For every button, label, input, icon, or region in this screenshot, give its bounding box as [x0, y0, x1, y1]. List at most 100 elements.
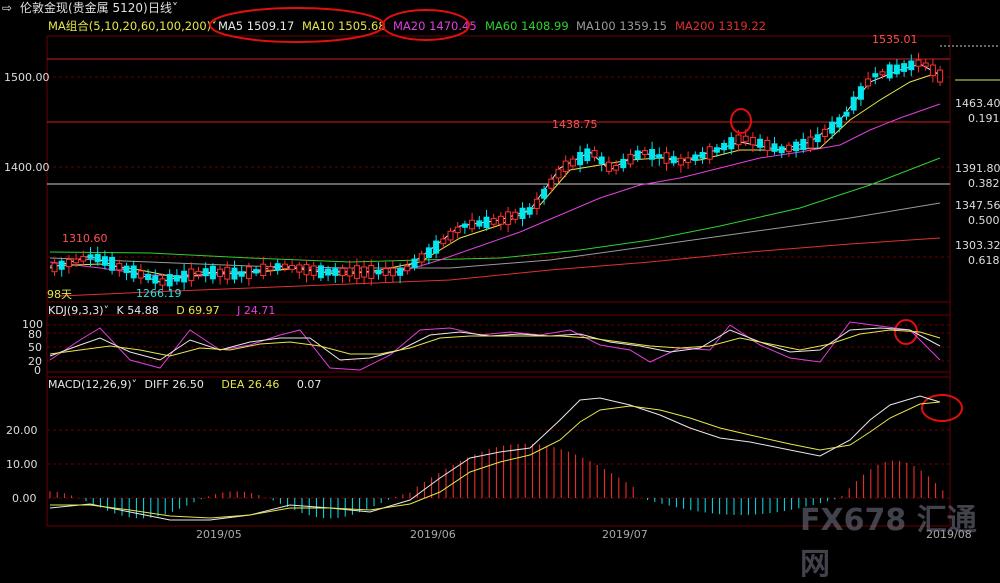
candle	[145, 273, 152, 281]
ma5-line	[49, 63, 941, 283]
macd-selector[interactable]: MACD(12,26,9)˅	[48, 378, 137, 391]
candle	[274, 263, 281, 271]
candle	[296, 264, 303, 273]
candle	[937, 69, 944, 83]
candle	[253, 269, 260, 274]
x-label-may: 2019/05	[196, 528, 242, 541]
candle	[65, 259, 72, 268]
macd-axis-0: 0.00	[12, 492, 37, 505]
fib-ratio-4: 0.618	[968, 254, 1000, 267]
candle	[577, 152, 584, 166]
candle	[238, 271, 245, 277]
candle	[886, 64, 893, 79]
candle	[721, 142, 728, 151]
candle	[656, 154, 663, 159]
candle	[865, 78, 872, 87]
candle	[411, 258, 418, 268]
candle	[620, 158, 627, 169]
macd-dea-value: DEA 26.46	[221, 378, 280, 391]
candle	[785, 144, 792, 152]
candle	[260, 263, 267, 276]
macd-axis-10: 10.00	[6, 458, 38, 471]
candle	[87, 254, 94, 259]
candle	[188, 268, 195, 282]
candle	[353, 265, 360, 279]
ma200-line	[59, 237, 941, 297]
candle	[375, 269, 382, 275]
candle	[173, 275, 180, 282]
candle	[73, 258, 80, 264]
candle	[771, 143, 778, 152]
candle	[908, 60, 915, 71]
candle	[901, 63, 908, 72]
candle	[893, 64, 900, 75]
x-label-jun: 2019/06	[410, 528, 456, 541]
candle	[281, 263, 288, 270]
candle	[289, 265, 296, 270]
candle	[519, 207, 526, 219]
fib-ratio-1: 0.191	[968, 112, 1000, 125]
candle	[605, 161, 612, 172]
kdj-k-value: K 54.88	[116, 304, 159, 317]
candle	[879, 71, 886, 76]
highlight-ma5-ma10	[209, 7, 385, 43]
macd-axis-20: 20.00	[6, 424, 38, 437]
candle	[757, 138, 764, 148]
candle	[490, 217, 497, 225]
candle	[685, 157, 692, 163]
candle	[454, 226, 461, 234]
candle	[634, 150, 641, 160]
candle	[267, 266, 274, 271]
candle	[123, 265, 130, 274]
candle	[418, 253, 425, 263]
candle	[699, 152, 706, 159]
kdj-legend: KDJ(9,3,3)˅ K 54.88 D 69.97 J 24.71	[48, 304, 275, 317]
candle	[231, 267, 238, 280]
candle	[821, 128, 828, 137]
candle	[533, 198, 540, 209]
axis-1500: 1500.00	[4, 71, 50, 84]
candle	[195, 270, 202, 276]
annotation-left-high: 1310.60	[62, 232, 108, 245]
candle	[706, 146, 713, 160]
x-label-jul: 2019/07	[602, 528, 648, 541]
candle	[692, 154, 699, 161]
highlight-candle	[730, 108, 752, 134]
ma20-line	[49, 103, 941, 277]
kdj-k-line	[49, 327, 941, 361]
candle	[742, 135, 749, 143]
candle	[814, 134, 821, 143]
annotation-days: 98天	[47, 288, 72, 301]
candle	[461, 223, 468, 228]
candle	[512, 211, 519, 220]
candle	[526, 207, 533, 215]
candle	[224, 266, 231, 280]
candle	[857, 86, 864, 100]
chart-canvas[interactable]	[0, 0, 1000, 543]
candle	[677, 157, 684, 166]
candle	[404, 265, 411, 272]
candle	[325, 268, 332, 276]
macd-value: 0.07	[296, 378, 322, 391]
kdj-selector[interactable]: KDJ(9,3,3)˅	[48, 304, 109, 317]
candle	[670, 156, 677, 164]
candle	[591, 150, 598, 158]
candle	[735, 134, 742, 146]
candle	[613, 165, 620, 171]
kdj-j-value: J 24.71	[237, 304, 276, 317]
candle	[569, 158, 576, 167]
candlestick-series	[51, 52, 944, 292]
candle	[850, 96, 857, 111]
fib-price-2: 1391.80	[955, 162, 1000, 175]
candle	[641, 150, 648, 156]
candle	[548, 178, 555, 189]
candle	[447, 230, 454, 241]
candle	[497, 215, 504, 225]
kdj-axis-50: 50	[28, 341, 42, 354]
kdj-j-line	[49, 321, 941, 371]
candle	[584, 148, 591, 162]
kdj-axis-80: 80	[28, 328, 42, 341]
candle	[181, 270, 188, 283]
candle	[764, 139, 771, 151]
candle	[929, 64, 936, 77]
